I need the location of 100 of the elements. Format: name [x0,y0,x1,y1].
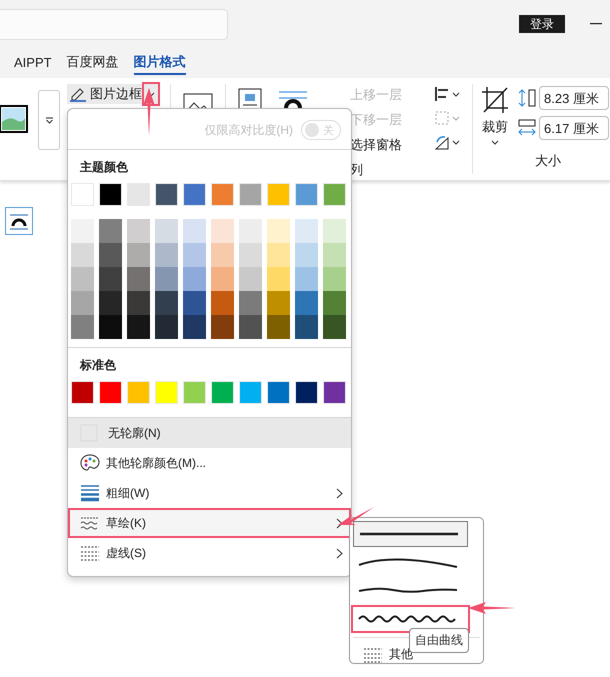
color-swatch[interactable] [239,183,262,206]
color-swatch[interactable] [323,267,346,291]
color-swatch[interactable] [211,267,234,291]
color-swatch[interactable] [155,243,178,267]
color-swatch[interactable] [127,291,150,315]
color-swatch[interactable] [323,183,346,206]
color-swatch[interactable] [155,291,178,315]
color-swatch[interactable] [99,315,122,339]
color-swatch[interactable] [183,315,206,339]
color-swatch[interactable] [183,183,206,206]
color-swatch[interactable] [267,315,290,339]
color-swatch[interactable] [267,267,290,291]
color-swatch[interactable] [295,219,318,243]
ribbon-tab[interactable]: 图片格式 [134,51,186,75]
rotate-icon[interactable] [434,134,460,150]
ribbon-tab[interactable]: AIPPT [14,51,52,75]
line-stroke-icon [358,558,458,568]
color-swatch[interactable] [239,219,262,243]
menu-item[interactable]: 无轮廓(N) [68,418,351,448]
layout-options-icon[interactable] [5,207,33,235]
minimize-icon[interactable] [590,23,602,25]
color-swatch[interactable] [71,243,94,267]
color-swatch[interactable] [295,315,318,339]
color-swatch[interactable] [267,243,290,267]
color-swatch[interactable] [323,315,346,339]
color-swatch[interactable] [155,267,178,291]
login-button[interactable]: 登录 [519,15,565,33]
search-field[interactable] [0,8,228,40]
color-swatch[interactable] [99,267,122,291]
menu-item[interactable]: 草绘(K) [68,508,351,538]
height-icon [517,88,537,108]
color-swatch[interactable] [127,183,150,206]
color-swatch[interactable] [239,315,262,339]
color-swatch[interactable] [323,381,346,404]
section-title: 主题颜色 [79,159,129,175]
color-swatch[interactable] [323,291,346,315]
group-label: 大小 [534,152,562,170]
color-swatch[interactable] [127,243,150,267]
color-swatch[interactable] [211,243,234,267]
line-style-option[interactable] [353,607,468,631]
color-swatch[interactable] [183,291,206,315]
color-swatch[interactable] [211,291,234,315]
color-swatch[interactable] [295,267,318,291]
color-swatch[interactable] [267,381,290,404]
crop-button[interactable]: 裁剪 [481,78,509,145]
width-icon [517,118,537,138]
menu-item[interactable]: 粗细(W) [68,478,351,508]
line-style-option[interactable] [353,521,468,547]
high-contrast-label: 仅限高对比度(H) [204,122,293,138]
color-swatch[interactable] [295,291,318,315]
color-swatch[interactable] [295,381,318,404]
menu-item[interactable]: 虚线(S) [68,538,351,568]
gallery-more-button[interactable] [38,90,60,150]
width-field[interactable]: 6.17 厘米 [539,116,609,140]
color-swatch[interactable] [155,219,178,243]
color-swatch[interactable] [211,381,234,404]
color-swatch[interactable] [267,183,290,206]
color-swatch[interactable] [183,381,206,404]
color-swatch[interactable] [71,291,94,315]
color-swatch[interactable] [183,219,206,243]
color-swatch[interactable] [155,381,178,404]
line-stroke-icon [360,532,458,536]
color-swatch[interactable] [99,183,122,206]
color-swatch[interactable] [99,243,122,267]
picture-border-button[interactable]: 图片边框 [67,84,144,104]
color-swatch[interactable] [211,315,234,339]
align-icon[interactable] [434,86,460,102]
color-swatch[interactable] [155,183,178,206]
more-icon [44,116,54,124]
color-swatch[interactable] [99,381,122,404]
tooltip: 自由曲线 [409,628,469,653]
color-swatch[interactable] [211,219,234,243]
color-swatch[interactable] [71,267,94,291]
color-swatch[interactable] [267,291,290,315]
color-swatch[interactable] [71,381,94,404]
color-swatch[interactable] [323,219,346,243]
color-swatch[interactable] [71,219,94,243]
color-swatch[interactable] [239,291,262,315]
color-swatch[interactable] [295,183,318,206]
color-swatch[interactable] [71,315,94,339]
color-swatch[interactable] [127,381,150,404]
group-objects-icon[interactable] [434,110,460,126]
color-swatch[interactable] [127,267,150,291]
height-field[interactable]: 8.23 厘米 [539,86,609,110]
color-swatch[interactable] [127,219,150,243]
color-swatch[interactable] [155,315,178,339]
color-swatch[interactable] [239,243,262,267]
color-swatch[interactable] [127,315,150,339]
color-swatch[interactable] [267,219,290,243]
color-swatch[interactable] [295,243,318,267]
color-swatch[interactable] [239,381,262,404]
menu-item[interactable]: 其他轮廓颜色(M)... [68,448,351,478]
color-swatch[interactable] [99,291,122,315]
color-swatch[interactable] [239,267,262,291]
color-swatch[interactable] [323,243,346,267]
color-swatch[interactable] [99,219,122,243]
color-swatch[interactable] [183,243,206,267]
ribbon-tab[interactable]: 百度网盘 [66,51,119,75]
color-swatch[interactable] [211,183,234,206]
color-swatch[interactable] [183,267,206,291]
